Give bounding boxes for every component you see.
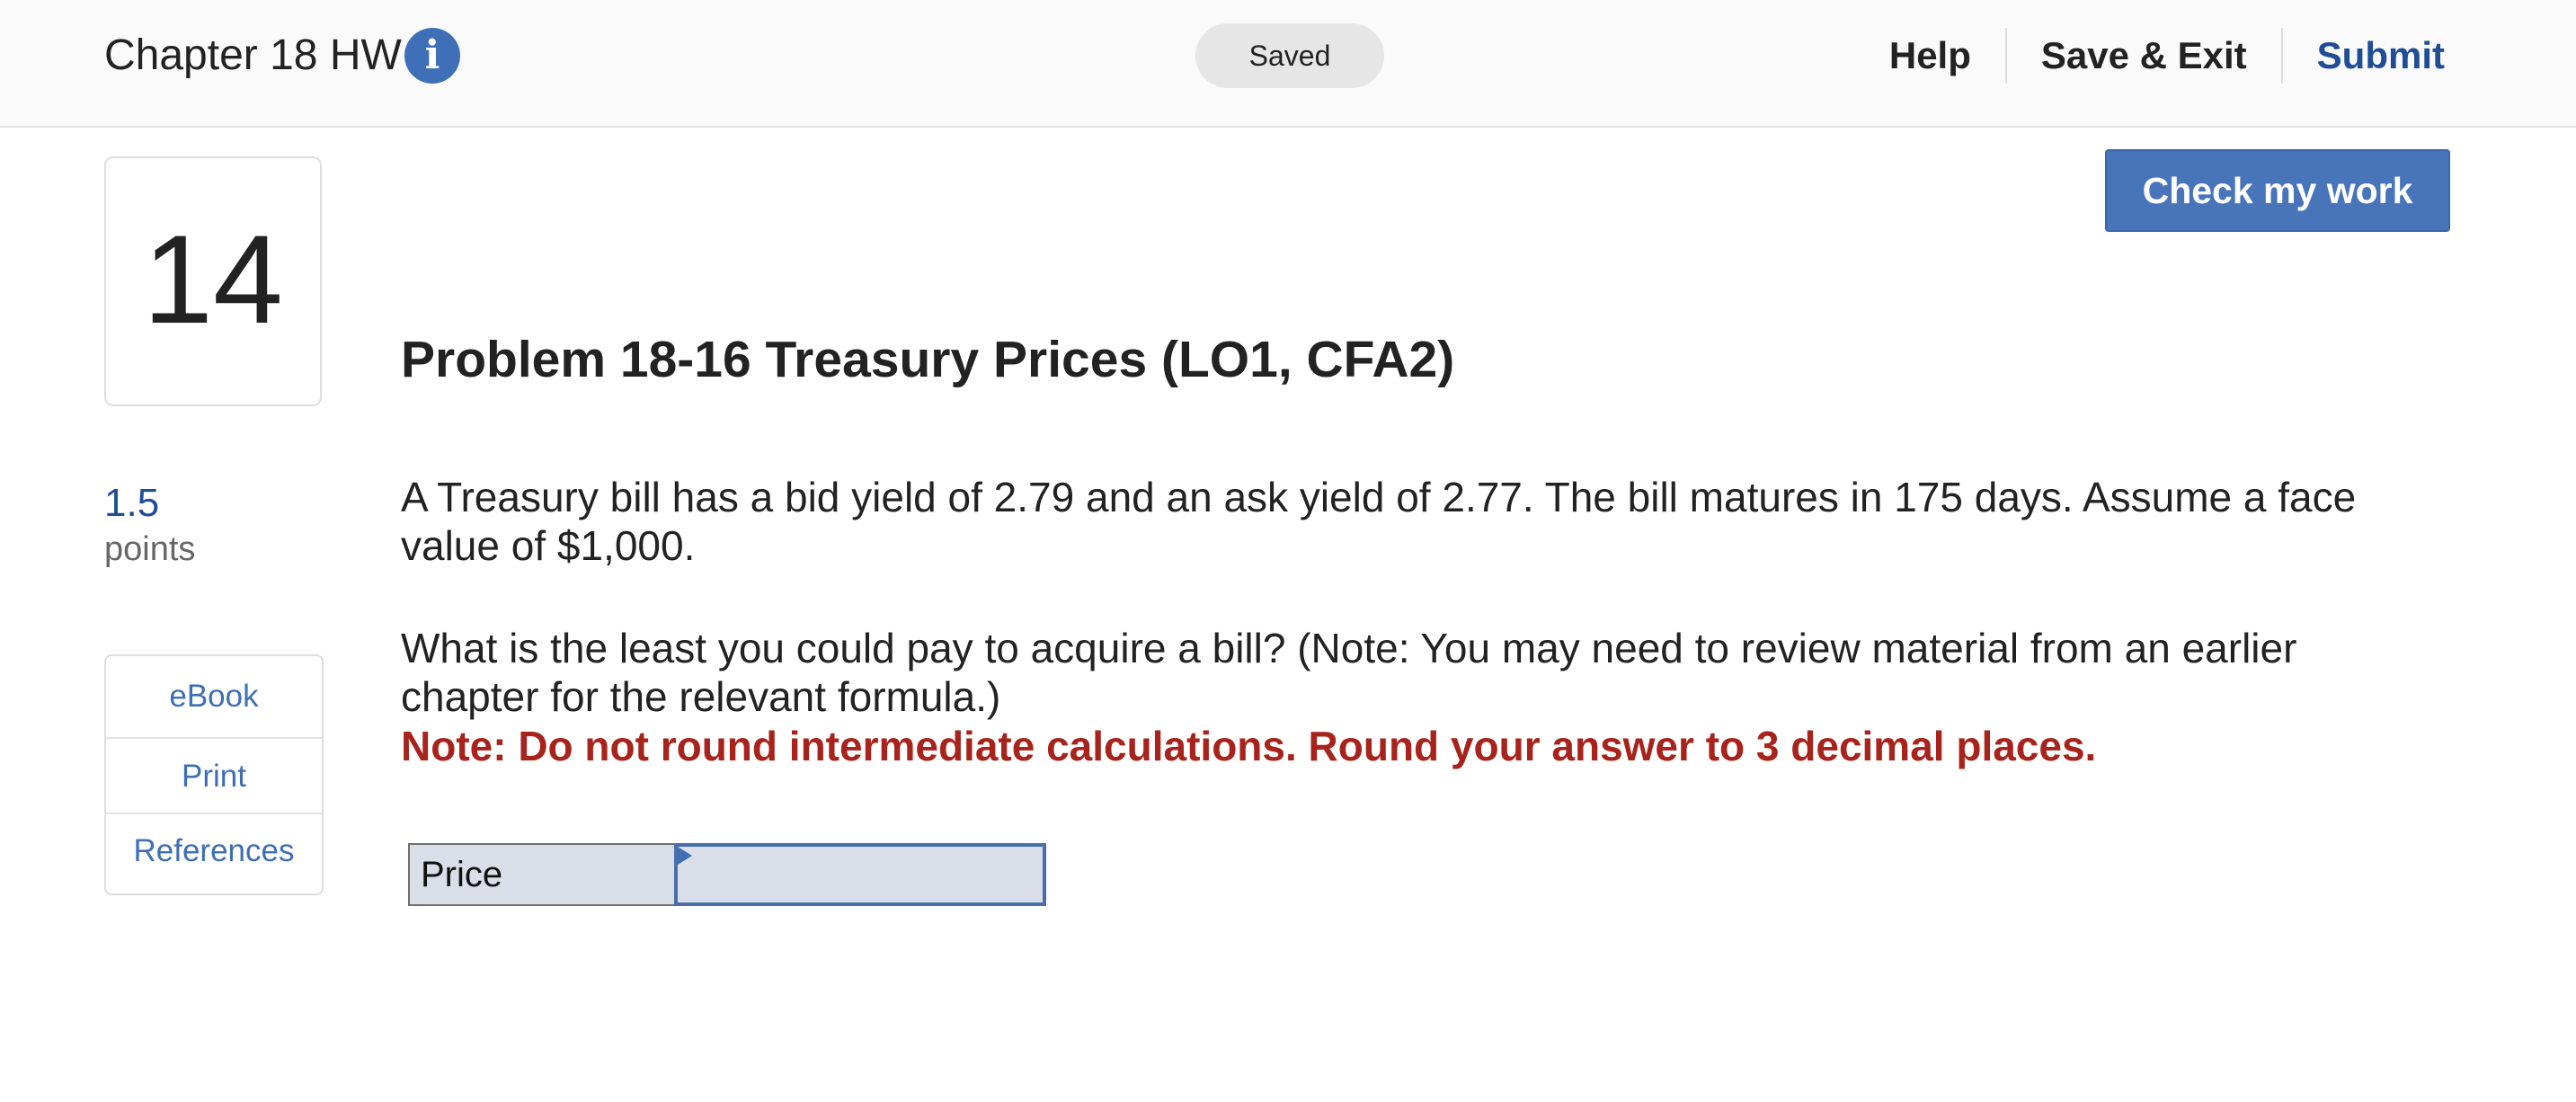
references-link[interactable]: References bbox=[106, 814, 322, 892]
points-value: 1.5 bbox=[104, 481, 160, 525]
info-icon[interactable]: i bbox=[404, 28, 460, 84]
assignment-title: Chapter 18 HW bbox=[104, 31, 402, 79]
save-status-badge: Saved bbox=[1195, 23, 1384, 88]
price-input[interactable] bbox=[678, 847, 1043, 902]
price-label: Price bbox=[408, 843, 676, 906]
problem-statement: A Treasury bill has a bid yield of 2.79 … bbox=[401, 474, 2357, 569]
input-flag-icon bbox=[678, 847, 692, 865]
header-nav: Help Save & Exit Submit bbox=[1855, 25, 2445, 86]
top-header: Chapter 18 HW i Saved Help Save & Exit S… bbox=[0, 0, 2576, 128]
ebook-link[interactable]: eBook bbox=[106, 656, 322, 739]
answer-table: Price bbox=[408, 843, 1046, 906]
problem-title: Problem 18-16 Treasury Prices (LO1, CFA2… bbox=[401, 331, 1455, 388]
help-link[interactable]: Help bbox=[1855, 25, 2005, 86]
problem-question: What is the least you could pay to acqui… bbox=[401, 625, 2297, 720]
print-link[interactable]: Print bbox=[106, 739, 322, 814]
question-number: 14 bbox=[143, 209, 283, 350]
submit-link[interactable]: Submit bbox=[2283, 25, 2445, 86]
points-label: points bbox=[104, 530, 196, 568]
save-exit-link[interactable]: Save & Exit bbox=[2007, 25, 2281, 86]
price-input-cell[interactable] bbox=[674, 843, 1046, 906]
resource-links: eBook Print References bbox=[104, 654, 324, 895]
rounding-note: Note: Do not round intermediate calculat… bbox=[401, 723, 2097, 769]
check-my-work-button[interactable]: Check my work bbox=[2105, 149, 2450, 232]
question-number-card: 14 bbox=[104, 156, 322, 406]
